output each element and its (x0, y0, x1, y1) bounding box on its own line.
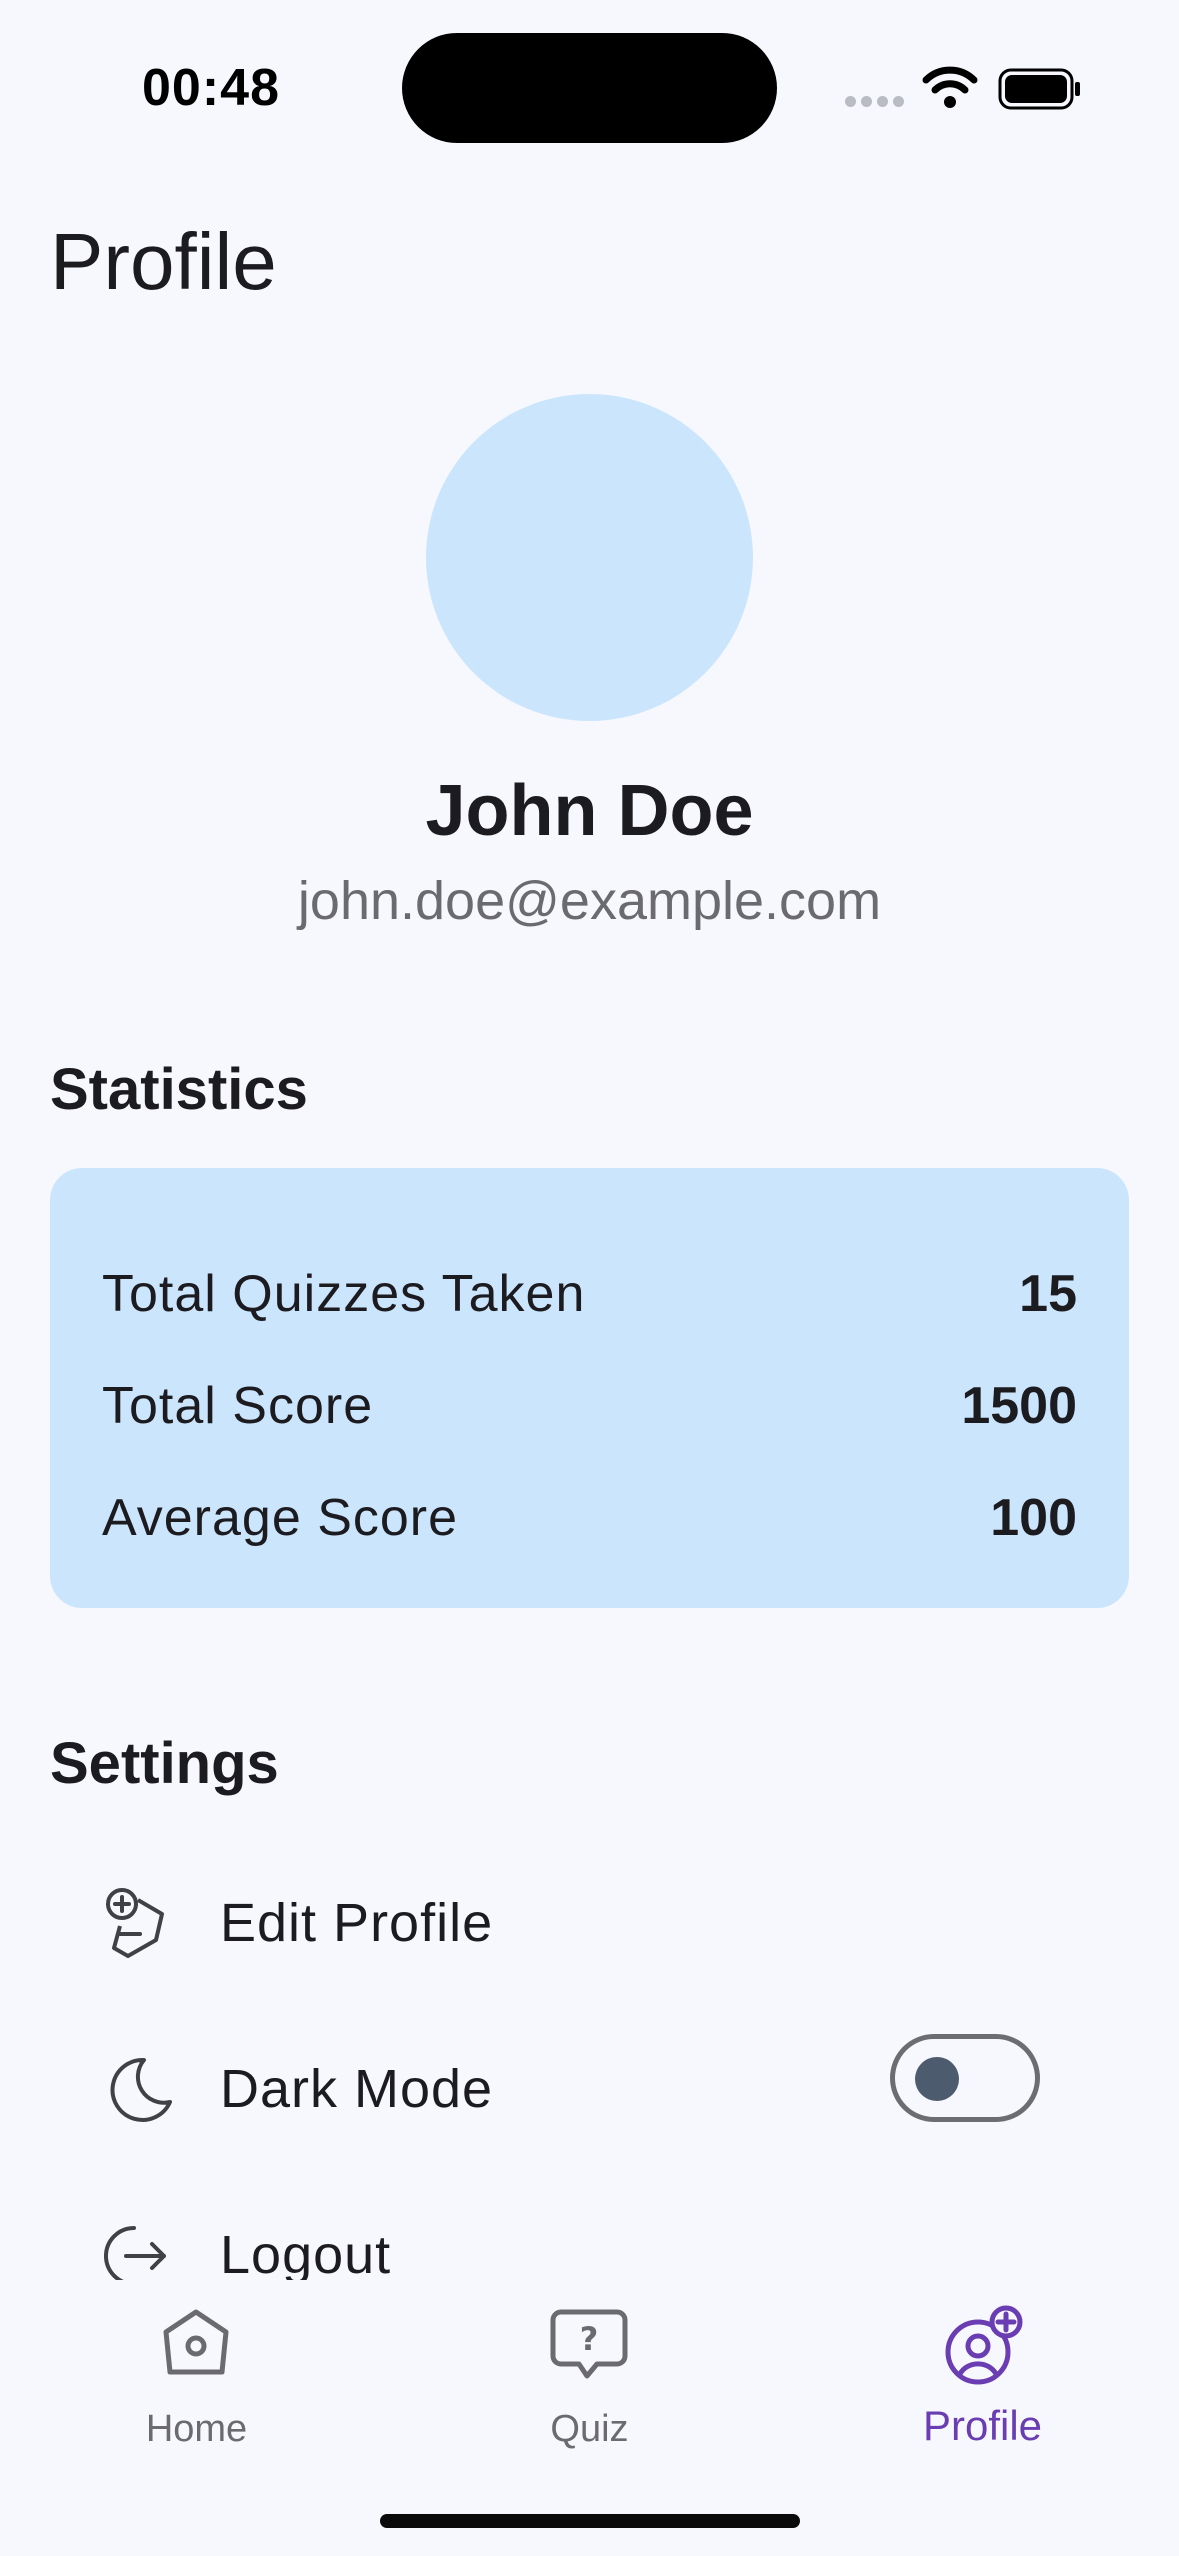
dark-mode-label: Dark Mode (220, 2059, 494, 2119)
quiz-icon: ? (550, 2309, 628, 2379)
stat-label: Total Quizzes Taken (102, 1265, 586, 1323)
statistics-heading: Statistics (50, 1057, 308, 1122)
nav-label-profile: Profile (922, 2402, 1043, 2449)
avatar[interactable] (426, 394, 753, 721)
battery-icon (998, 68, 1080, 110)
toggle-knob (915, 2057, 959, 2101)
stat-row-quizzes: Total Quizzes Taken 15 (102, 1254, 1077, 1334)
logout-row[interactable]: Logout (50, 2196, 1129, 2280)
home-icon (163, 2309, 229, 2375)
wifi-icon (922, 66, 978, 108)
logout-icon (104, 2226, 166, 2280)
edit-profile-row[interactable]: Edit Profile (50, 1864, 1129, 1984)
settings-heading: Settings (50, 1731, 279, 1796)
nav-item-home[interactable]: Home (0, 2280, 393, 2480)
nav-item-profile[interactable]: Profile (786, 2280, 1179, 2480)
stat-row-total-score: Total Score 1500 (102, 1366, 1077, 1446)
status-time: 00:48 (142, 59, 280, 117)
cellular-signal-icon (845, 94, 909, 112)
logout-label: Logout (220, 2225, 392, 2280)
stat-value: 15 (1019, 1265, 1077, 1323)
nav-label-quiz: Quiz (550, 2408, 629, 2450)
svg-text:?: ? (580, 2320, 599, 2358)
home-indicator[interactable] (380, 2514, 800, 2528)
stat-label: Total Score (102, 1377, 374, 1435)
statistics-card: Total Quizzes Taken 15 Total Score 1500 … (50, 1168, 1129, 1608)
edit-profile-icon (106, 1888, 164, 1958)
stat-value: 100 (990, 1489, 1077, 1547)
user-name: John Doe (425, 771, 754, 851)
edit-profile-label: Edit Profile (220, 1893, 494, 1953)
dark-mode-toggle[interactable] (890, 2034, 1040, 2122)
page-title: Profile (50, 217, 277, 306)
dynamic-island (402, 33, 777, 143)
stat-value: 1500 (961, 1377, 1077, 1435)
stat-row-average-score: Average Score 100 (102, 1478, 1077, 1558)
nav-item-quiz[interactable]: ? Quiz (393, 2280, 786, 2480)
stat-label: Average Score (102, 1489, 459, 1547)
nav-label-home: Home (145, 2408, 248, 2450)
moon-icon (110, 2057, 172, 2122)
dark-mode-row: Dark Mode (50, 2030, 1129, 2150)
user-email: john.doe@example.com (297, 871, 882, 931)
profile-icon (945, 2305, 1023, 2385)
